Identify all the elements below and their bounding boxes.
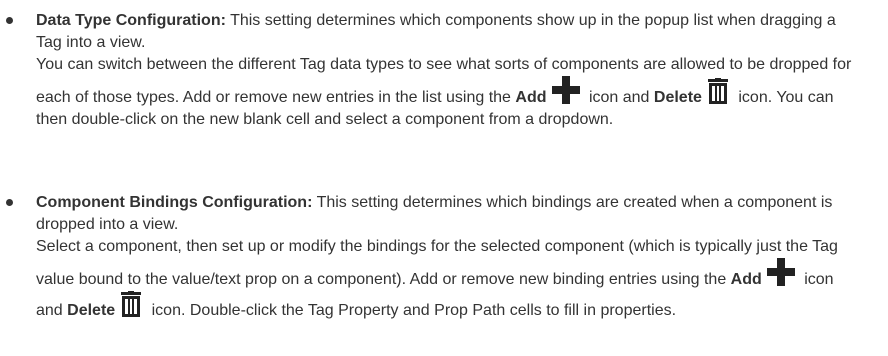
item-body: Select a component, then set up or modif… (36, 236, 860, 322)
item-body-start: Select a component, then set up or modif… (36, 238, 838, 288)
trash-icon (121, 291, 142, 317)
bullet-icon (6, 199, 13, 206)
list-item-component-bindings-configuration: Component Bindings Configuration: This s… (6, 192, 860, 322)
item-title: Component Bindings Configuration: (36, 194, 313, 211)
list-item-data-type-configuration: Data Type Configuration: This setting de… (6, 10, 860, 131)
plus-icon (766, 258, 795, 286)
bullet-icon (6, 17, 13, 24)
delete-label: Delete (67, 302, 116, 319)
trash-icon (707, 78, 728, 104)
item-intro: Data Type Configuration: This setting de… (36, 10, 860, 54)
add-label: Add (515, 89, 547, 106)
item-intro: Component Bindings Configuration: This s… (36, 192, 860, 236)
delete-label: Delete (653, 89, 702, 106)
add-label: Add (730, 271, 762, 288)
document-page: Data Type Configuration: This setting de… (0, 0, 888, 356)
item-body-between: icon and (584, 89, 654, 106)
item-body: You can switch between the different Tag… (36, 54, 860, 131)
item-body-end: icon. Double-click the Tag Property and … (147, 302, 677, 319)
item-title: Data Type Configuration: (36, 12, 226, 29)
item-body-start: You can switch between the different Tag… (36, 56, 852, 106)
plus-icon (551, 76, 580, 104)
